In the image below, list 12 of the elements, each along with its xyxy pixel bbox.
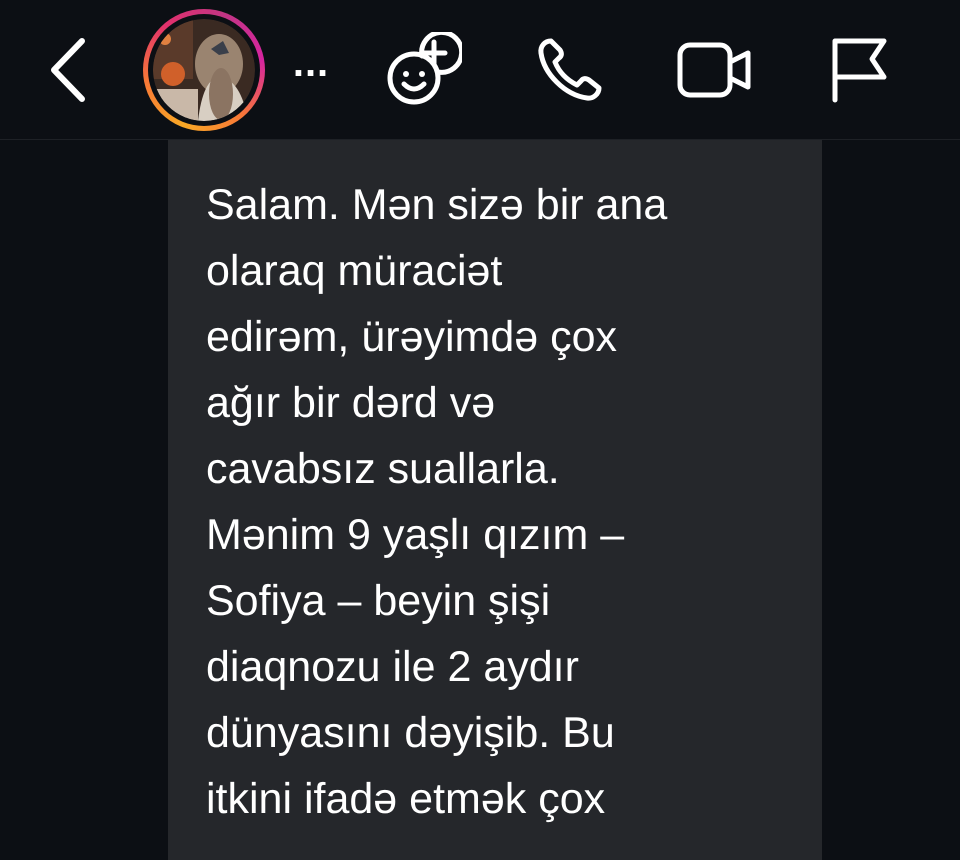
- more-button[interactable]: ...: [292, 42, 330, 96]
- back-button[interactable]: [48, 36, 88, 102]
- back-icon: [48, 36, 88, 102]
- video-camera-icon: [677, 42, 753, 98]
- flag-icon: [830, 36, 888, 102]
- effects-button[interactable]: [386, 32, 462, 108]
- report-button[interactable]: [830, 36, 888, 102]
- message-text: Salam. Mən sizə bir ana olaraq müraciət edirəm, ürəyimdə çox ağır bir dərd və cavabsız suallarla. Mənim 9 yaşlı qızım – Sofiya – beyin şişi diaqnozu ile 2 aydır dünyasını dəyişib. Bu itkini ifadə etmək çox: [206, 180, 668, 825]
- smiley-plus-icon: [386, 32, 462, 108]
- video-call-button[interactable]: [677, 42, 753, 98]
- phone-icon: [537, 38, 603, 102]
- call-button[interactable]: [537, 38, 603, 102]
